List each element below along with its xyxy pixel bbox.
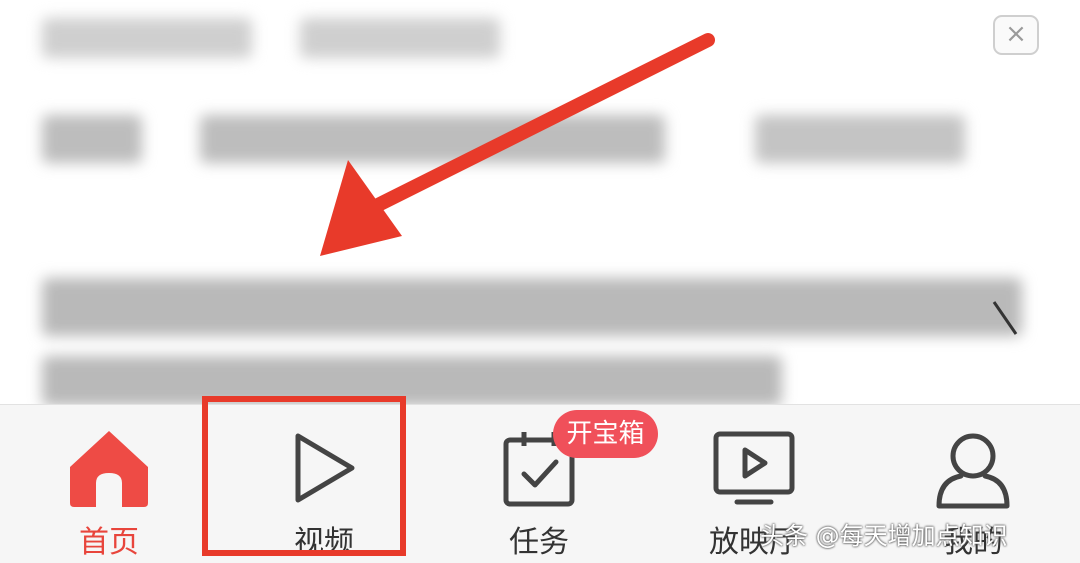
arrow-head (320, 160, 402, 256)
tab-label: 首页 (79, 525, 139, 560)
blurred-text-line (200, 115, 665, 163)
blurred-headline (42, 356, 782, 406)
home-icon (66, 427, 152, 513)
blurred-text-line (42, 18, 252, 58)
blurred-headline (42, 278, 1022, 336)
video-tab-highlight-box (202, 396, 406, 556)
chevron-icon (992, 301, 1018, 335)
tab-label: 任务 (509, 525, 569, 560)
close-button[interactable]: × (993, 15, 1039, 55)
blurred-text-line (42, 115, 142, 163)
blurred-text-line (755, 115, 965, 163)
screen-play-icon (711, 430, 797, 510)
person-icon (933, 430, 1013, 514)
tab-home[interactable]: 首页 (9, 405, 209, 563)
blurred-text-line (300, 18, 500, 58)
watermark: 头条 @每天增加点知识 (760, 522, 1008, 550)
treasure-box-badge[interactable]: 开宝箱 (553, 410, 658, 458)
